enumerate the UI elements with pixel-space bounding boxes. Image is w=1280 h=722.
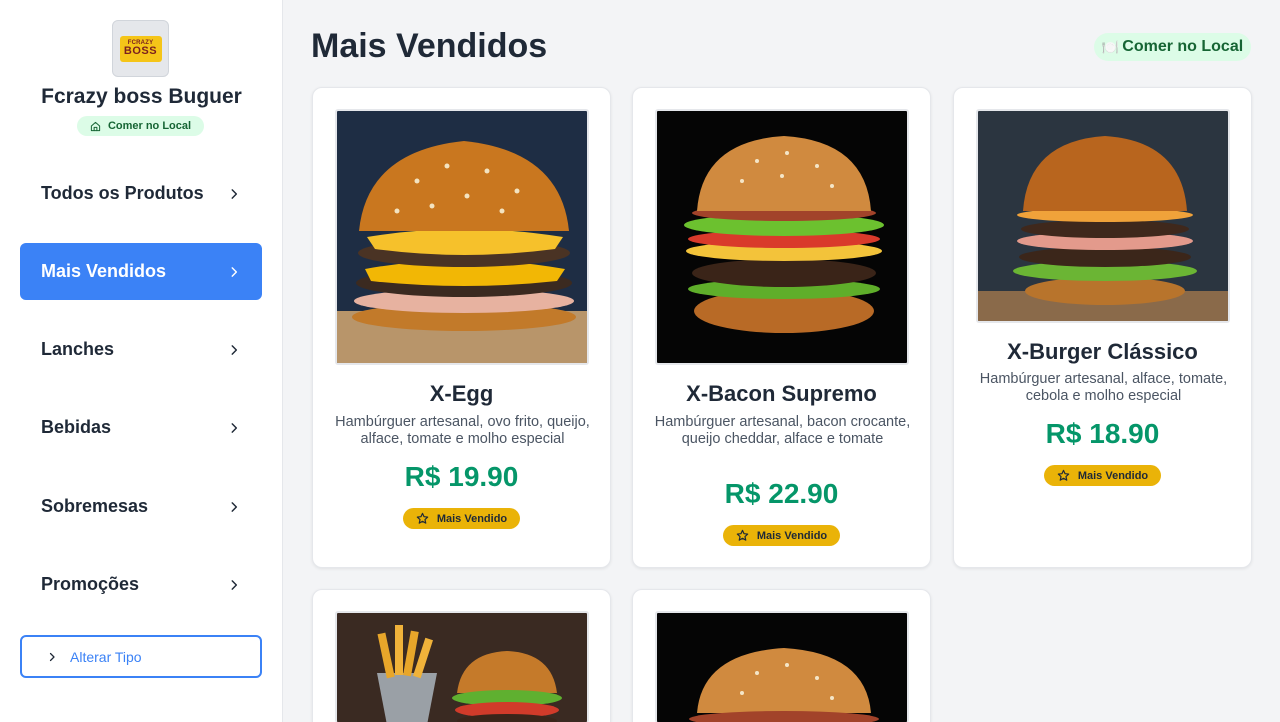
alter-type-label: Alterar Tipo <box>70 648 142 665</box>
chevron-right-icon <box>231 422 238 433</box>
product-name: X-Burger Clássico <box>1007 339 1198 364</box>
product-price: R$ 22.90 <box>724 478 839 509</box>
product-card-x-egg[interactable]: X-Egg Hambúrguer artesanal, ovo frito, q… <box>312 87 611 568</box>
chevron-right-icon <box>231 501 238 512</box>
product-description: Hambúrguer artesanal, alface, tomate, ce… <box>979 371 1228 404</box>
best-seller-label: Mais Vendido <box>756 529 828 542</box>
page-title: Mais Vendidos <box>311 27 548 65</box>
star-icon <box>416 512 429 524</box>
product-price: R$ 18.90 <box>1045 418 1160 449</box>
product-image <box>655 611 909 722</box>
product-card-combo[interactable] <box>312 589 611 722</box>
nav-item-label: Lanches <box>41 339 115 359</box>
product-name: X-Bacon Supremo <box>686 381 877 406</box>
chevron-right-icon <box>231 266 238 277</box>
nav-item-sobremesas[interactable]: Sobremesas <box>20 478 262 535</box>
chevron-right-icon <box>231 188 238 199</box>
best-seller-badge: Mais Vendido <box>1044 465 1161 486</box>
best-seller-label: Mais Vendido <box>436 512 508 525</box>
mode-pill-label: Comer no Local <box>1122 38 1244 55</box>
nav-item-label: Mais Vendidos <box>41 261 167 281</box>
nav-item-label: Sobremesas <box>41 496 149 516</box>
best-seller-label: Mais Vendido <box>1077 469 1149 482</box>
product-description: Hambúrguer artesanal, ovo frito, queijo,… <box>335 414 590 447</box>
product-name: X-Egg <box>429 381 494 406</box>
product-card-x-bacon-supremo[interactable]: X-Bacon Supremo Hambúrguer artesanal, ba… <box>632 87 931 568</box>
store-mode-badge: Comer no Local <box>77 116 204 136</box>
alter-type-button[interactable]: Alterar Tipo <box>20 635 262 678</box>
product-price: R$ 19.90 <box>404 461 519 492</box>
sidebar: FCRAZY BOSS Fcrazy boss Buguer Comer no … <box>0 0 283 722</box>
nav-item-lanches[interactable]: Lanches <box>20 321 262 378</box>
nav-item-todos-os-produtos[interactable]: Todos os Produtos <box>20 165 262 222</box>
store-logo: FCRAZY BOSS <box>112 20 169 77</box>
burger-photo <box>337 111 587 363</box>
store-mode-label: Comer no Local <box>107 120 192 132</box>
nav-item-label: Todos os Produtos <box>41 183 204 203</box>
utensils-icon: 🍽️ <box>1101 38 1120 55</box>
burger-photo <box>657 613 907 722</box>
chevron-right-icon <box>231 579 238 590</box>
star-icon <box>1057 469 1070 481</box>
product-card-bacon[interactable] <box>632 589 931 722</box>
product-card-x-burger-classico[interactable]: X-Burger Clássico Hambúrguer artesanal, … <box>953 87 1252 568</box>
product-image <box>655 109 909 365</box>
best-seller-badge: Mais Vendido <box>723 525 840 546</box>
product-description: Hambúrguer artesanal, bacon crocante, qu… <box>654 414 911 447</box>
logo-image: FCRAZY BOSS <box>119 35 162 62</box>
product-image <box>335 109 589 365</box>
nav-item-label: Promoções <box>41 574 140 594</box>
product-image <box>976 109 1230 323</box>
chevron-right-icon <box>231 344 238 355</box>
home-icon <box>90 121 101 131</box>
star-icon <box>736 529 749 541</box>
nav-item-bebidas[interactable]: Bebidas <box>20 399 262 456</box>
best-seller-badge: Mais Vendido <box>403 508 520 529</box>
mode-pill[interactable]: 🍽️ Comer no Local <box>1094 33 1251 61</box>
nav-item-promocoes[interactable]: Promoções <box>20 556 262 613</box>
store-name: Fcrazy boss Buguer <box>41 85 242 108</box>
nav-item-mais-vendidos[interactable]: Mais Vendidos <box>20 243 262 300</box>
chevron-right-icon <box>49 652 55 661</box>
burger-photo <box>657 111 907 363</box>
nav-item-label: Bebidas <box>41 417 112 437</box>
logo-text-bottom: BOSS <box>123 45 158 57</box>
burger-fries-photo <box>337 613 587 722</box>
product-image <box>335 611 589 722</box>
burger-photo <box>978 111 1228 321</box>
